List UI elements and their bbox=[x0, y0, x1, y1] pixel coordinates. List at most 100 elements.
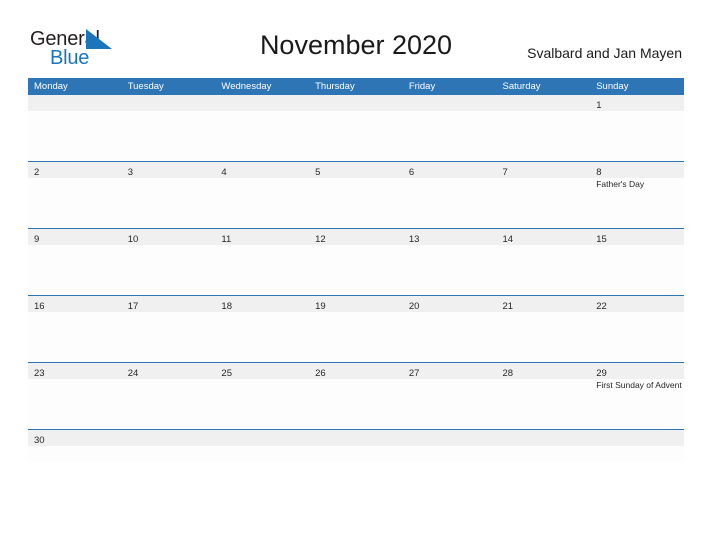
day-cell-body[interactable] bbox=[122, 111, 216, 161]
day-cell-body[interactable] bbox=[497, 446, 591, 462]
day-cell-date[interactable]: 30 bbox=[28, 430, 122, 446]
day-cell-date[interactable]: 9 bbox=[28, 229, 122, 245]
weekday-monday: Monday bbox=[34, 81, 68, 92]
day-cell-body[interactable] bbox=[497, 312, 591, 362]
day-cell-date[interactable] bbox=[215, 430, 309, 446]
date-number: 23 bbox=[34, 368, 45, 379]
week-row: 23 24 25 26 27 28 29 First Sunday of Adv… bbox=[28, 362, 684, 429]
event-label bbox=[409, 245, 497, 246]
weekday-wednesday: Wednesday bbox=[221, 81, 272, 92]
day-cell-date[interactable]: 2 bbox=[28, 162, 122, 178]
day-cell-date[interactable] bbox=[497, 430, 591, 446]
day-cell-date[interactable]: 17 bbox=[122, 296, 216, 312]
day-cell-date[interactable]: 4 bbox=[215, 162, 309, 178]
day-cell-date[interactable] bbox=[28, 95, 122, 111]
day-cell-body[interactable] bbox=[497, 178, 591, 228]
day-cell-date[interactable]: 10 bbox=[122, 229, 216, 245]
day-cell-body[interactable] bbox=[215, 245, 309, 295]
day-cell-date[interactable] bbox=[309, 95, 403, 111]
day-cell-body[interactable] bbox=[122, 312, 216, 362]
day-cell-date[interactable]: 23 bbox=[28, 363, 122, 379]
day-cell-body[interactable] bbox=[403, 312, 497, 362]
day-cell-body[interactable]: Father's Day bbox=[590, 178, 684, 228]
day-cell-date[interactable] bbox=[590, 430, 684, 446]
day-cell-date[interactable]: 6 bbox=[403, 162, 497, 178]
event-label bbox=[409, 312, 497, 313]
day-cell-date[interactable]: 27 bbox=[403, 363, 497, 379]
event-label bbox=[34, 111, 122, 112]
day-cell-body[interactable] bbox=[309, 379, 403, 429]
day-cell-date[interactable]: 16 bbox=[28, 296, 122, 312]
day-cell-date[interactable] bbox=[403, 95, 497, 111]
day-cell-body[interactable] bbox=[309, 245, 403, 295]
day-cell-date[interactable]: 19 bbox=[309, 296, 403, 312]
date-number: 30 bbox=[34, 435, 45, 446]
day-cell-body[interactable] bbox=[215, 178, 309, 228]
day-cell-date[interactable] bbox=[215, 95, 309, 111]
day-cell-body[interactable] bbox=[309, 111, 403, 161]
day-cell-body[interactable] bbox=[309, 178, 403, 228]
day-cell-date[interactable]: 12 bbox=[309, 229, 403, 245]
day-cell-body[interactable] bbox=[28, 312, 122, 362]
day-cell-body[interactable] bbox=[122, 178, 216, 228]
day-cell-date[interactable] bbox=[309, 430, 403, 446]
day-cell-date[interactable]: 8 bbox=[590, 162, 684, 178]
day-cell-date[interactable]: 18 bbox=[215, 296, 309, 312]
day-cell-body[interactable] bbox=[590, 312, 684, 362]
day-cell-body[interactable] bbox=[28, 245, 122, 295]
day-cell-body[interactable] bbox=[215, 446, 309, 462]
event-label bbox=[315, 111, 403, 112]
day-cell-body[interactable] bbox=[497, 245, 591, 295]
day-cell-date[interactable]: 28 bbox=[497, 363, 591, 379]
day-cell-body[interactable] bbox=[215, 379, 309, 429]
day-cell-body[interactable] bbox=[122, 245, 216, 295]
week-date-band: 23 24 25 26 27 28 29 bbox=[28, 363, 684, 379]
day-cell-body[interactable] bbox=[590, 245, 684, 295]
day-cell-date[interactable] bbox=[122, 430, 216, 446]
day-cell-date[interactable]: 21 bbox=[497, 296, 591, 312]
day-cell-date[interactable]: 15 bbox=[590, 229, 684, 245]
day-cell-date[interactable]: 26 bbox=[309, 363, 403, 379]
day-cell-body[interactable] bbox=[122, 446, 216, 462]
day-cell-date[interactable]: 1 bbox=[590, 95, 684, 111]
day-cell-body[interactable] bbox=[403, 446, 497, 462]
week-row: 9 10 11 12 13 14 15 bbox=[28, 228, 684, 295]
day-cell-date[interactable]: 14 bbox=[497, 229, 591, 245]
event-label bbox=[409, 379, 497, 380]
page-header: General Blue November 2020 Svalbard and … bbox=[0, 0, 712, 78]
day-cell-body[interactable] bbox=[28, 379, 122, 429]
day-cell-body[interactable]: First Sunday of Advent bbox=[590, 379, 684, 429]
day-cell-body[interactable] bbox=[403, 178, 497, 228]
day-cell-date[interactable]: 3 bbox=[122, 162, 216, 178]
date-number: 20 bbox=[408, 301, 420, 312]
day-cell-body[interactable] bbox=[403, 379, 497, 429]
day-cell-body[interactable] bbox=[590, 111, 684, 161]
day-cell-date[interactable]: 13 bbox=[403, 229, 497, 245]
day-cell-date[interactable]: 22 bbox=[590, 296, 684, 312]
day-cell-body[interactable] bbox=[497, 111, 591, 161]
day-cell-body[interactable] bbox=[122, 379, 216, 429]
day-cell-body[interactable] bbox=[215, 111, 309, 161]
day-cell-date[interactable] bbox=[497, 95, 591, 111]
day-cell-date[interactable] bbox=[403, 430, 497, 446]
day-cell-date[interactable]: 7 bbox=[497, 162, 591, 178]
day-cell-date[interactable]: 29 bbox=[590, 363, 684, 379]
day-cell-body[interactable] bbox=[309, 446, 403, 462]
day-cell-body[interactable] bbox=[403, 111, 497, 161]
day-cell-date[interactable] bbox=[122, 95, 216, 111]
day-cell-body[interactable] bbox=[309, 312, 403, 362]
day-cell-date[interactable]: 20 bbox=[403, 296, 497, 312]
day-cell-date[interactable]: 11 bbox=[215, 229, 309, 245]
day-cell-body[interactable] bbox=[403, 245, 497, 295]
day-cell-date[interactable]: 25 bbox=[215, 363, 309, 379]
day-cell-body[interactable] bbox=[215, 312, 309, 362]
event-label bbox=[221, 178, 309, 179]
day-cell-date[interactable]: 24 bbox=[122, 363, 216, 379]
day-cell-body[interactable] bbox=[28, 178, 122, 228]
day-cell-body[interactable] bbox=[28, 446, 122, 462]
day-cell-date[interactable]: 5 bbox=[309, 162, 403, 178]
day-cell-body[interactable] bbox=[590, 446, 684, 462]
day-cell-body[interactable] bbox=[497, 379, 591, 429]
date-number: 17 bbox=[127, 301, 139, 312]
day-cell-body[interactable] bbox=[28, 111, 122, 161]
